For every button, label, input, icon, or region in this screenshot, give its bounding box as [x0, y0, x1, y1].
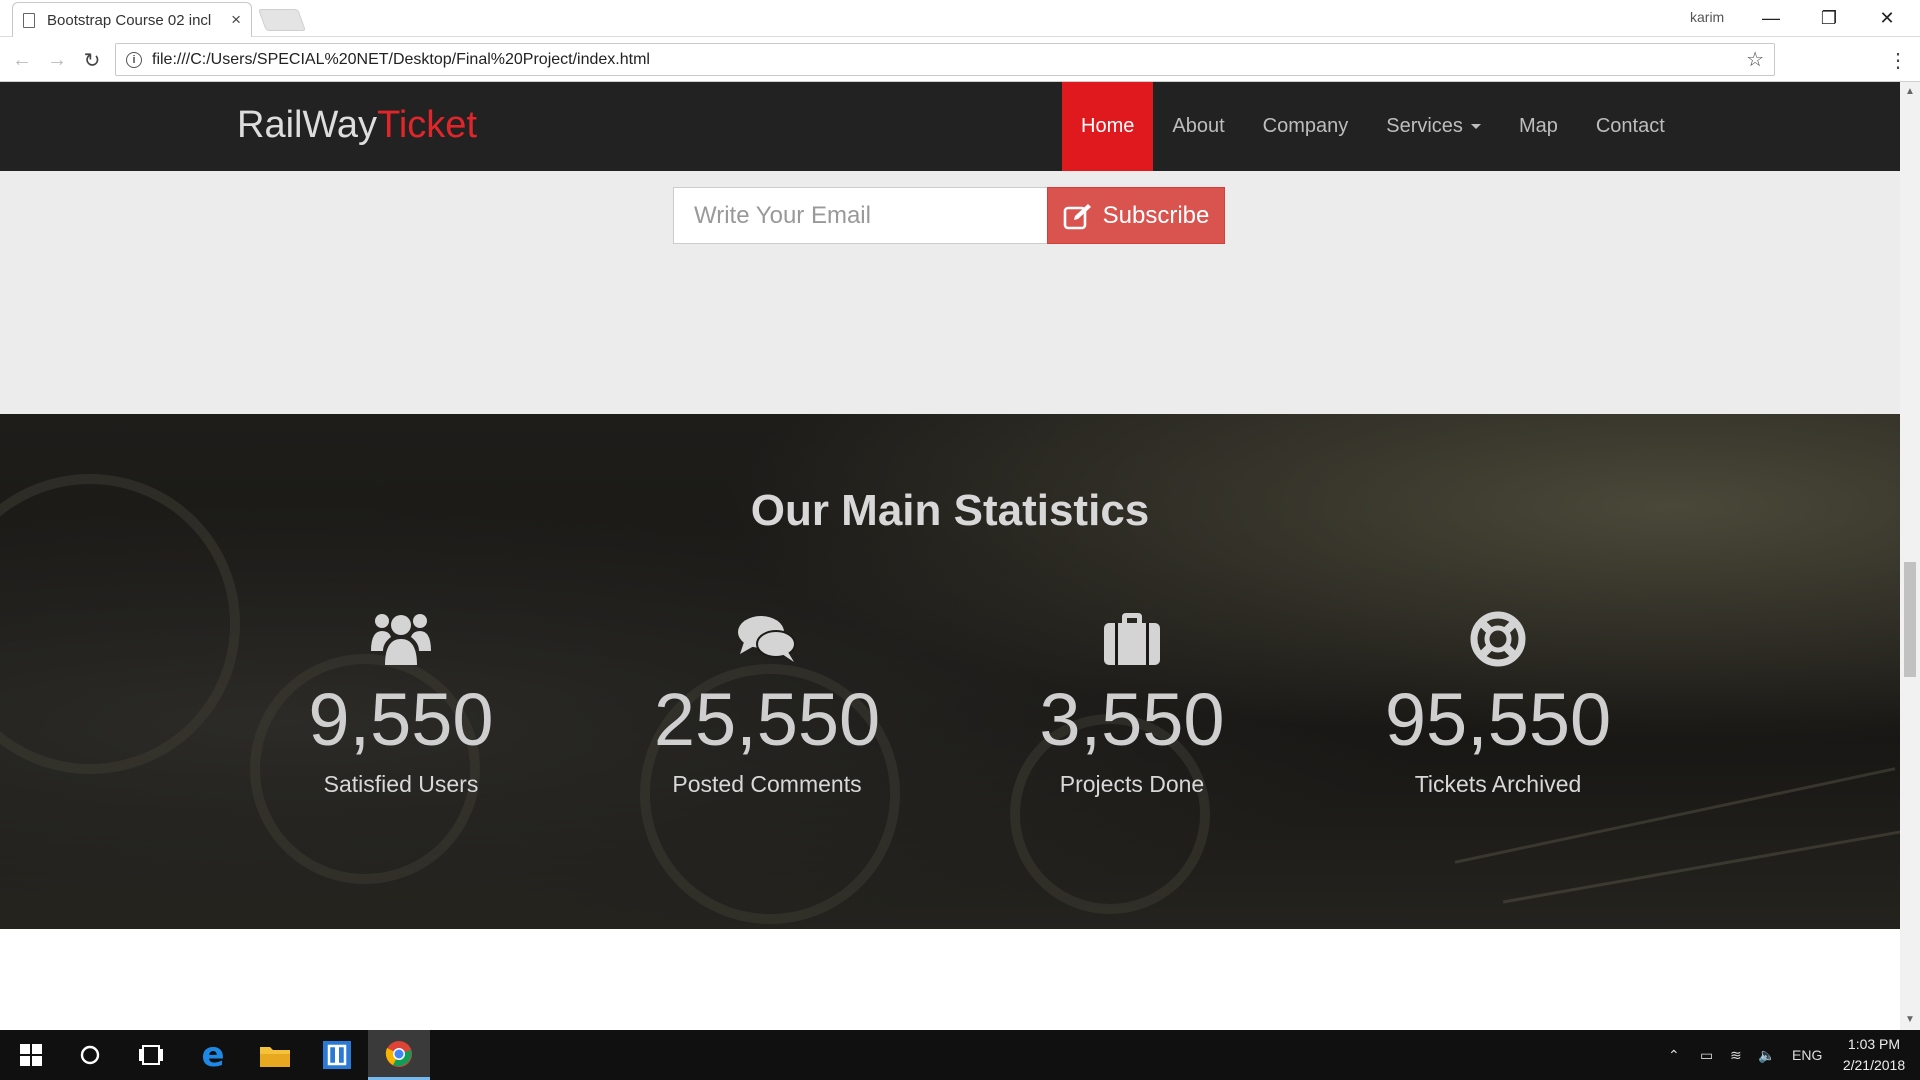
page-icon — [23, 12, 35, 28]
site-navbar: RailWayTicket Home About Company Service… — [0, 82, 1900, 171]
nav-item-home[interactable]: Home — [1062, 82, 1154, 171]
stat-label: Projects Done — [1059, 771, 1205, 797]
browser-tab[interactable]: Bootstrap Course 02 incl × — [12, 2, 252, 37]
windows-taskbar: e ⌃ ▭ ≋ 🔈 ENG 1:03 PM 2/21/2018 — [0, 1030, 1920, 1080]
chrome-icon[interactable] — [368, 1030, 430, 1080]
windows-start-icon[interactable] — [0, 1030, 62, 1080]
reload-icon[interactable]: ↻ — [78, 46, 106, 74]
nav-item-services[interactable]: Services — [1367, 82, 1500, 171]
caret-down-icon — [1470, 124, 1481, 129]
page-scrollbar[interactable]: ▲ ▼ — [1900, 82, 1920, 1030]
volume-icon[interactable]: 🔈 — [1758, 1030, 1775, 1080]
info-icon[interactable]: i — [126, 51, 142, 68]
back-arrow-icon[interactable]: ← — [8, 46, 36, 74]
page-viewport: RailWayTicket Home About Company Service… — [0, 82, 1900, 1030]
clock-date: 2/21/2018 — [1842, 1057, 1906, 1073]
nav-item-contact[interactable]: Contact — [1577, 82, 1684, 171]
new-tab-button[interactable] — [257, 9, 307, 31]
show-hidden-icons[interactable]: ⌃ — [1668, 1030, 1680, 1080]
subscribe-label: Subscribe — [1102, 201, 1210, 229]
edit-icon — [1063, 203, 1091, 229]
profile-name[interactable]: karim — [1690, 9, 1724, 25]
nav-menu: Home About Company Services Map Contact — [1062, 82, 1684, 171]
language-indicator[interactable]: ENG — [1792, 1030, 1822, 1080]
nav-item-map[interactable]: Map — [1500, 82, 1577, 171]
battery-icon[interactable]: ▭ — [1700, 1030, 1713, 1080]
stat-label: Satisfied Users — [323, 771, 479, 797]
users-icon — [241, 609, 561, 669]
subscribe-section: Subscribe — [0, 171, 1900, 414]
nav-item-company[interactable]: Company — [1244, 82, 1368, 171]
stat-value: 25,550 — [653, 678, 881, 761]
app-icon[interactable] — [306, 1030, 368, 1080]
browser-menu-icon[interactable]: ⋮ — [1888, 48, 1908, 73]
stat-tickets-archived: 95,550 Tickets Archived — [1338, 609, 1658, 798]
close-window-icon[interactable]: ✕ — [1858, 0, 1916, 37]
brand-ticket: Ticket — [377, 104, 477, 146]
restore-icon[interactable]: ❐ — [1800, 0, 1858, 37]
forward-arrow-icon[interactable]: → — [43, 46, 71, 74]
statistics-section: Our Main Statistics 9,550 Satisfied User… — [0, 414, 1900, 929]
browser-titlebar: Bootstrap Course 02 incl × karim — ❐ ✕ — [0, 0, 1920, 37]
stat-projects-done: 3,550 Projects Done — [972, 609, 1292, 798]
url-text[interactable]: file:///C:/Users/SPECIAL%20NET/Desktop/F… — [152, 51, 1746, 69]
stat-value: 3,550 — [1039, 678, 1225, 761]
stat-value: 9,550 — [308, 678, 494, 761]
bookmark-star-icon[interactable]: ☆ — [1746, 47, 1764, 72]
cortana-search-icon[interactable] — [59, 1030, 121, 1080]
scroll-up-icon[interactable]: ▲ — [1905, 86, 1915, 97]
clock-time: 1:03 PM — [1847, 1036, 1901, 1052]
scrollbar-thumb[interactable] — [1904, 562, 1916, 677]
stat-posted-comments: 25,550 Posted Comments — [607, 609, 927, 798]
taskbar-clock[interactable]: 1:03 PM 2/21/2018 — [1832, 1034, 1916, 1076]
stat-value: 95,550 — [1384, 678, 1612, 761]
stat-label: Tickets Archived — [1414, 771, 1582, 797]
briefcase-icon — [972, 609, 1292, 669]
stat-label: Posted Comments — [672, 771, 862, 797]
file-explorer-icon[interactable] — [244, 1030, 306, 1080]
comments-icon — [607, 609, 927, 669]
life-ring-icon — [1338, 609, 1658, 669]
url-input[interactable]: i file:///C:/Users/SPECIAL%20NET/Desktop… — [115, 43, 1775, 76]
nav-item-services-label: Services — [1386, 115, 1463, 137]
scroll-down-icon[interactable]: ▼ — [1905, 1014, 1915, 1025]
edge-browser-icon[interactable]: e — [182, 1030, 244, 1080]
address-bar: ← → ↻ i file:///C:/Users/SPECIAL%20NET/D… — [0, 38, 1920, 82]
subscribe-button[interactable]: Subscribe — [1047, 187, 1225, 244]
tab-title: Bootstrap Course 02 incl — [47, 11, 212, 29]
stat-satisfied-users: 9,550 Satisfied Users — [241, 609, 561, 798]
nav-item-about[interactable]: About — [1153, 82, 1243, 171]
minimize-icon[interactable]: — — [1742, 0, 1800, 37]
brand-railway: RailWay — [237, 104, 378, 146]
tab-close-icon[interactable]: × — [231, 10, 241, 30]
wifi-icon[interactable]: ≋ — [1730, 1030, 1742, 1080]
task-view-icon[interactable] — [120, 1030, 182, 1080]
email-input[interactable] — [673, 187, 1048, 244]
statistics-title: Our Main Statistics — [750, 486, 1150, 535]
site-brand[interactable]: RailWayTicket — [237, 104, 477, 147]
